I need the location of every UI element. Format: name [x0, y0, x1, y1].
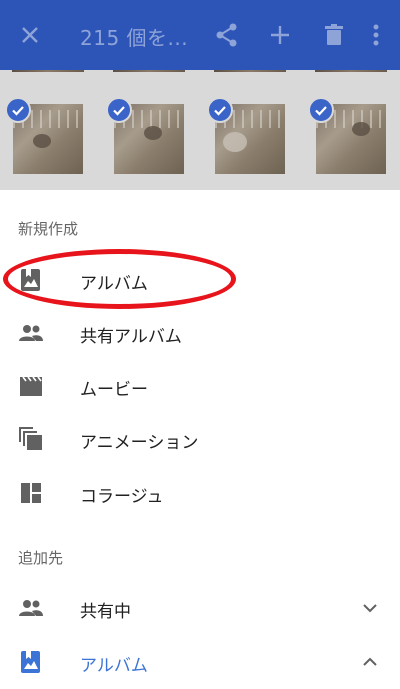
add-to-album-item[interactable]: アルバム	[0, 636, 400, 688]
create-collage-item[interactable]: コラージュ	[0, 467, 400, 519]
create-animation-item[interactable]: アニメーション	[0, 413, 400, 465]
chevron-down-icon[interactable]	[362, 600, 378, 616]
close-icon[interactable]	[16, 21, 44, 49]
check-icon[interactable]	[207, 97, 233, 123]
trash-icon[interactable]	[320, 21, 348, 49]
create-animation-label: アニメーション	[80, 433, 199, 453]
add-to-shared-item[interactable]: 共有中	[0, 582, 400, 634]
photo-grid-dimmed: 215 個を...	[0, 0, 400, 190]
people-icon	[18, 596, 44, 620]
chevron-up-icon[interactable]	[362, 654, 378, 670]
check-icon[interactable]	[5, 97, 31, 123]
create-collage-label: コラージュ	[80, 487, 164, 507]
animation-icon	[18, 427, 44, 451]
create-movie-label: ムービー	[80, 380, 148, 400]
create-shared-album-label: 共有アルバム	[80, 327, 182, 347]
check-icon[interactable]	[308, 97, 334, 123]
people-icon	[18, 321, 44, 345]
add-to-shared-label: 共有中	[80, 602, 131, 622]
add-to-album-label: アルバム	[80, 656, 148, 676]
create-new-header: 新規作成	[18, 220, 79, 238]
selection-toolbar: 215 個を...	[0, 0, 400, 70]
check-icon[interactable]	[106, 97, 132, 123]
movie-clapper-icon	[18, 374, 44, 398]
red-highlight-ellipse	[3, 249, 236, 309]
add-icon[interactable]	[266, 21, 294, 49]
more-vert-icon[interactable]	[364, 21, 392, 49]
collage-icon	[18, 481, 44, 505]
photo-album-icon	[18, 650, 44, 674]
create-shared-album-item[interactable]: 共有アルバム	[0, 307, 400, 359]
create-movie-item[interactable]: ムービー	[0, 360, 400, 412]
selection-count-title: 215 個を...	[80, 26, 189, 50]
share-icon[interactable]	[213, 21, 241, 49]
add-to-header: 追加先	[18, 549, 64, 567]
